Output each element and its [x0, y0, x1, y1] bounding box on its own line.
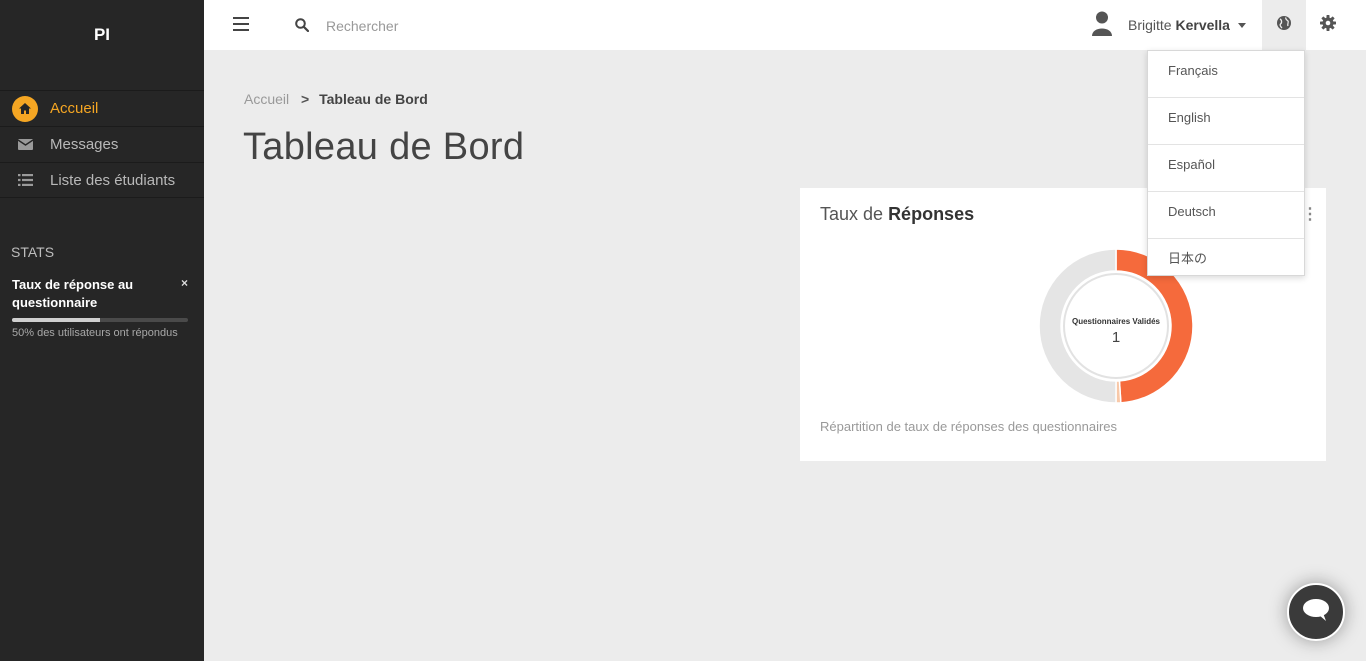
language-option-es[interactable]: Español — [1148, 145, 1304, 192]
sidebar-item-liste-etudiants[interactable]: Liste des étudiants — [0, 162, 204, 198]
donut-inner-ring — [1063, 273, 1169, 379]
donut-center-label: Questionnaires Validés — [1071, 317, 1161, 326]
language-dropdown: Français English Español Deutsch 日本の — [1147, 50, 1305, 276]
breadcrumb-home-link[interactable]: Accueil — [244, 91, 289, 107]
language-option-de[interactable]: Deutsch — [1148, 192, 1304, 239]
page-title: Tableau de Bord — [243, 126, 525, 168]
close-icon[interactable]: × — [181, 276, 188, 290]
panel-title: Taux de Réponses — [820, 204, 975, 224]
user-name: Brigitte Kervella — [1128, 17, 1230, 33]
stat-progress-bar — [12, 318, 188, 322]
language-option-ja[interactable]: 日本の — [1148, 239, 1304, 286]
sidebar-item-label: Accueil — [50, 100, 99, 117]
list-icon — [12, 167, 38, 193]
menu-icon[interactable] — [233, 17, 249, 33]
stat-name: Taux de réponse au questionnaire — [12, 277, 134, 310]
sidebar-nav: Accueil Messages Liste des étudiants — [0, 90, 204, 198]
home-icon — [12, 95, 38, 122]
brand-logo[interactable]: PI — [0, 0, 204, 72]
sidebar-item-label: Liste des étudiants — [50, 171, 176, 189]
chat-button[interactable] — [1287, 583, 1345, 641]
search-input[interactable] — [324, 13, 628, 39]
user-avatar-icon — [1090, 10, 1114, 41]
stats-heading: STATS — [11, 244, 55, 260]
settings-button[interactable] — [1306, 0, 1350, 50]
stat-progress-fill — [12, 318, 100, 322]
globe-icon — [1276, 15, 1292, 36]
stat-description: 50% des utilisateurs ont répondus — [12, 327, 178, 339]
sidebar-item-label: Messages — [50, 136, 119, 153]
panel-caption: Répartition de taux de réponses des ques… — [820, 419, 1118, 434]
gear-icon — [1320, 14, 1336, 36]
search-icon — [295, 18, 310, 37]
breadcrumb-separator: > — [301, 91, 310, 107]
language-button[interactable] — [1262, 0, 1306, 50]
topbar: Brigitte Kervella — [204, 0, 1366, 50]
caret-down-icon — [1237, 22, 1246, 28]
language-option-en[interactable]: English — [1148, 98, 1304, 145]
sidebar-item-messages[interactable]: Messages — [0, 126, 204, 162]
donut-center-value: 1 — [1111, 329, 1121, 346]
envelope-icon — [12, 132, 38, 158]
sidebar-item-accueil[interactable]: Accueil — [0, 90, 204, 126]
breadcrumb: Accueil > Tableau de Bord — [244, 91, 428, 107]
user-menu[interactable]: Brigitte Kervella — [1090, 0, 1246, 50]
donut-slice-2[interactable] — [1038, 248, 1117, 404]
sidebar: PI Accueil Messages Liste des étudiants — [0, 0, 204, 661]
chat-bubble-icon — [1302, 598, 1330, 627]
language-option-fr[interactable]: Français — [1148, 51, 1304, 98]
stat-card: Taux de réponse au questionnaire × 50% d… — [12, 276, 188, 339]
breadcrumb-current: Tableau de Bord — [319, 91, 428, 107]
